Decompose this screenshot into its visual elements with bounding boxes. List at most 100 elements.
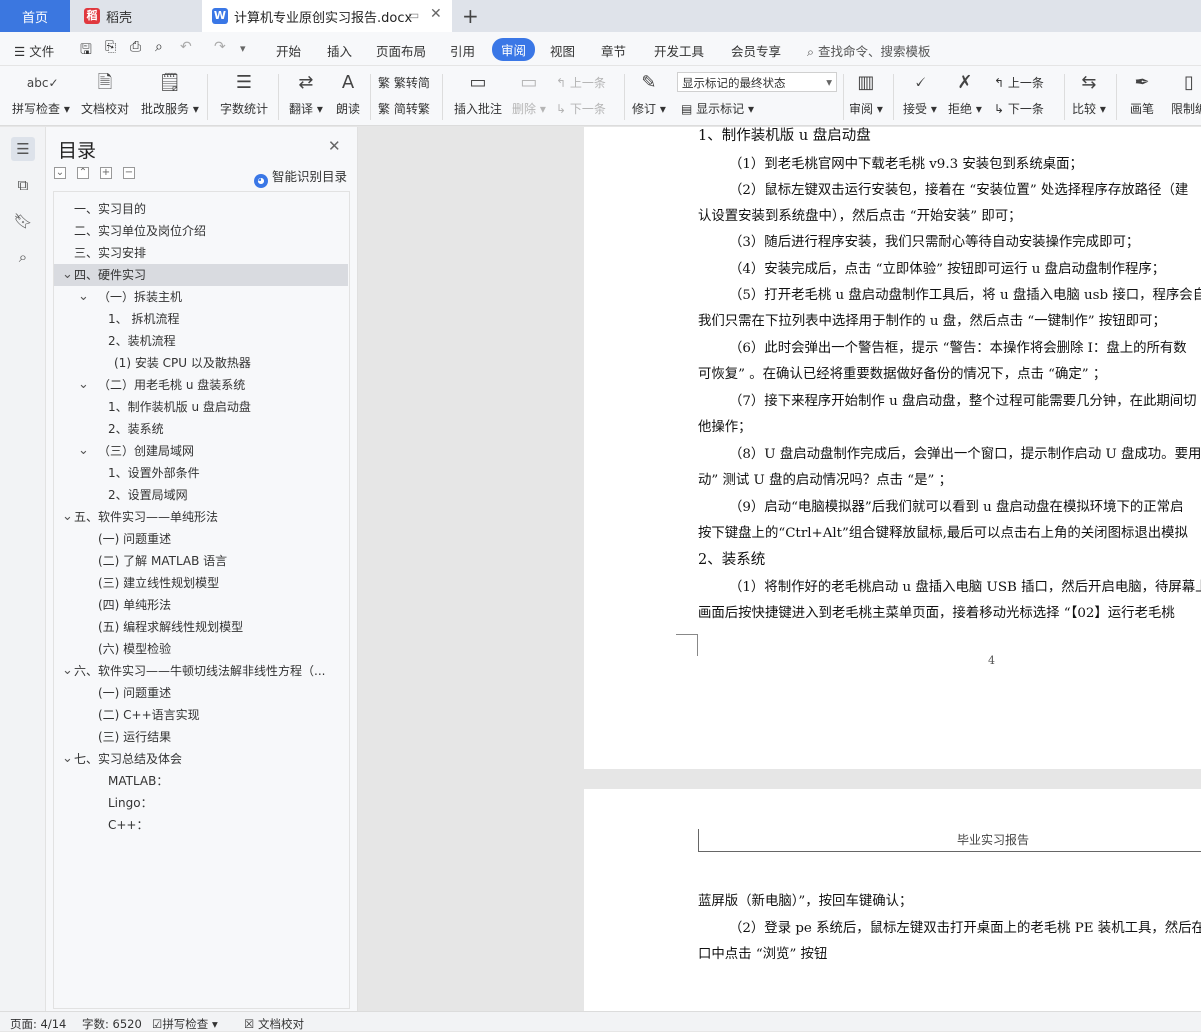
toc-item[interactable]: 2、装机流程: [54, 330, 348, 352]
delete-comment-button[interactable]: ▭ 删除 ▾: [512, 70, 546, 117]
toc-item[interactable]: (一) 问题重述: [54, 528, 348, 550]
pen-button[interactable]: ✒ 画笔: [1128, 70, 1156, 117]
toc-item[interactable]: (三) 运行结果: [54, 726, 348, 748]
document-canvas[interactable]: （二）用老毛桃 u 盘装系统1、制作装机版 u 盘启动盘（1）到老毛桃官网中下载…: [358, 127, 1201, 1011]
review-pane-button[interactable]: ▥ 审阅 ▾: [849, 70, 883, 117]
toc-item[interactable]: 2、装系统: [54, 418, 348, 440]
collapse-level-icon[interactable]: ⌄: [54, 167, 66, 179]
toc-item[interactable]: (一) 问题重述: [54, 682, 348, 704]
toc-item[interactable]: (1) 安装 CPU 以及散热器: [54, 352, 348, 374]
toc-item[interactable]: (二) C++语言实现: [54, 704, 348, 726]
menu-member[interactable]: 会员专享: [731, 41, 781, 60]
menu-references[interactable]: 引用: [450, 41, 475, 60]
navigation-panel-icon[interactable]: ⧉: [11, 173, 35, 197]
status-spell-check[interactable]: ☑拼写检查 ▾: [152, 1016, 218, 1032]
chevron-down-icon[interactable]: ⌄: [62, 264, 73, 286]
reject-button[interactable]: ✗ 拒绝 ▾: [948, 70, 982, 117]
smart-toc-button[interactable]: ◕ 智能识别目录: [254, 166, 347, 188]
toc-item[interactable]: Lingo：: [54, 792, 348, 814]
restrict-editing-button[interactable]: ▯ 限制编: [1171, 70, 1201, 117]
toc-panel-icon[interactable]: ☰: [11, 137, 35, 161]
toc-item[interactable]: ⌄ 四、硬件实习: [54, 264, 348, 286]
close-tab-icon[interactable]: ✕: [430, 6, 442, 22]
chevron-down-icon[interactable]: ⌄: [62, 506, 73, 528]
document-page[interactable]: 毕业实习报告 蓝屏版（新电脑）”，按回车键确认； （2）登录 pe 系统后，鼠标左…: [584, 789, 1201, 1011]
expand-level-icon[interactable]: ⌃: [77, 167, 89, 179]
word-count-indicator[interactable]: 字数: 6520: [82, 1016, 142, 1032]
track-changes-button[interactable]: ✎ 修订 ▾: [632, 70, 666, 117]
tab-daoke[interactable]: 稻 稻壳: [72, 0, 200, 32]
status-doc-check[interactable]: ☒ 文档校对: [244, 1016, 304, 1032]
spell-check-button[interactable]: abc✓ 拼写检查 ▾: [12, 70, 70, 117]
translate-button[interactable]: ⇄ 翻译 ▾: [289, 70, 323, 117]
trad-to-simp-button[interactable]: 繁 繁转简: [378, 74, 430, 91]
command-search[interactable]: ⌕ 查找命令、搜索模板: [807, 41, 931, 60]
toc-item[interactable]: 二、实习单位及岗位介绍: [54, 220, 348, 242]
menu-view[interactable]: 视图: [550, 41, 575, 60]
menu-developer[interactable]: 开发工具: [654, 41, 704, 60]
close-icon[interactable]: ✕: [328, 137, 341, 155]
toc-item[interactable]: 1、设置外部条件: [54, 462, 348, 484]
insert-comment-button[interactable]: ▭ 插入批注: [454, 70, 502, 117]
doc-check-button[interactable]: 🗎 文档校对: [81, 70, 129, 117]
bookmark-icon[interactable]: 🔖︎: [11, 209, 35, 233]
toc-item[interactable]: ⌄ 五、软件实习——单纯形法: [54, 506, 348, 528]
chevron-down-icon[interactable]: ⌄: [62, 660, 73, 682]
menu-page-layout[interactable]: 页面布局: [376, 41, 426, 60]
toc-item[interactable]: C++：: [54, 814, 348, 836]
menu-start[interactable]: 开始: [276, 41, 301, 60]
expand-all-icon[interactable]: +: [100, 167, 112, 179]
toc-item[interactable]: 2、设置局域网: [54, 484, 348, 506]
print-icon[interactable]: ⎙: [130, 39, 141, 55]
toc-item[interactable]: 1、制作装机版 u 盘启动盘: [54, 396, 348, 418]
document-page[interactable]: （二）用老毛桃 u 盘装系统1、制作装机版 u 盘启动盘（1）到老毛桃官网中下载…: [584, 127, 1201, 769]
toc-item[interactable]: ⌄ （三）创建局域网: [54, 440, 348, 462]
toc-item[interactable]: (四) 单纯形法: [54, 594, 348, 616]
export-pdf-icon[interactable]: ⎘: [105, 39, 116, 55]
word-count-button[interactable]: ☰ 字数统计: [220, 70, 268, 117]
toc-item[interactable]: 一、实习目的: [54, 198, 348, 220]
next-comment-button[interactable]: ↳ 下一条: [556, 100, 606, 117]
prev-change-button[interactable]: ↰ 上一条: [994, 74, 1044, 91]
chevron-down-icon[interactable]: ⌄: [78, 440, 89, 462]
page-indicator[interactable]: 页面: 4/14: [10, 1016, 66, 1032]
next-change-button[interactable]: ↳ 下一条: [994, 100, 1044, 117]
toc-item[interactable]: (二) 了解 MATLAB 语言: [54, 550, 348, 572]
collapse-all-icon[interactable]: −: [123, 167, 135, 179]
toc-item[interactable]: 1、 拆机流程: [54, 308, 348, 330]
tab-document[interactable]: W 计算机专业原创实习报告.docx ▭ ✕: [202, 0, 452, 32]
add-tab-button[interactable]: +: [462, 0, 482, 32]
toc-item[interactable]: 三、实习安排: [54, 242, 348, 264]
prev-comment-button[interactable]: ↰ 上一条: [556, 74, 606, 91]
save-icon[interactable]: 🖫: [80, 39, 92, 63]
tab-home[interactable]: 首页: [0, 0, 70, 32]
search-panel-icon[interactable]: ⌕: [11, 245, 35, 269]
quick-access-dropdown-icon[interactable]: ▾: [240, 42, 246, 55]
redo-icon[interactable]: ↷: [214, 39, 226, 55]
toc-item[interactable]: ⌄ （二）用老毛桃 u 盘装系统: [54, 374, 348, 396]
read-aloud-button[interactable]: A 朗读: [334, 70, 362, 117]
print-preview-icon[interactable]: ⌕: [155, 39, 163, 55]
toc-item[interactable]: (三) 建立线性规划模型: [54, 572, 348, 594]
toc-item[interactable]: ⌄ （一）拆装主机: [54, 286, 348, 308]
pin-icon[interactable]: ▭: [408, 8, 419, 22]
chevron-down-icon[interactable]: ⌄: [62, 748, 73, 770]
chevron-down-icon[interactable]: ⌄: [78, 374, 89, 396]
file-menu[interactable]: ☰ 文件: [14, 41, 54, 60]
compare-button[interactable]: ⇆ 比较 ▾: [1072, 70, 1106, 117]
menu-review[interactable]: 审阅: [492, 38, 536, 61]
undo-icon[interactable]: ↶: [180, 39, 192, 55]
toc-item[interactable]: ⌄ 六、软件实习——牛顿切线法解非线性方程（...: [54, 660, 348, 682]
toc-item[interactable]: MATLAB：: [54, 770, 348, 792]
chevron-down-icon[interactable]: ⌄: [78, 286, 89, 308]
markup-display-select[interactable]: 显示标记的最终状态 ▾: [677, 72, 837, 92]
annotate-service-button[interactable]: 🗒 批改服务 ▾: [141, 70, 199, 117]
toc-item[interactable]: (五) 编程求解线性规划模型: [54, 616, 348, 638]
accept-button[interactable]: 🗸 接受 ▾: [903, 70, 937, 117]
menu-insert[interactable]: 插入: [327, 41, 352, 60]
toc-item[interactable]: ⌄ 七、实习总结及体会: [54, 748, 348, 770]
menu-chapter[interactable]: 章节: [601, 41, 626, 60]
simp-to-trad-button[interactable]: 繁 简转繁: [378, 100, 430, 117]
toc-item[interactable]: (六) 模型检验: [54, 638, 348, 660]
show-markup-button[interactable]: ▤ 显示标记 ▾: [681, 100, 754, 117]
